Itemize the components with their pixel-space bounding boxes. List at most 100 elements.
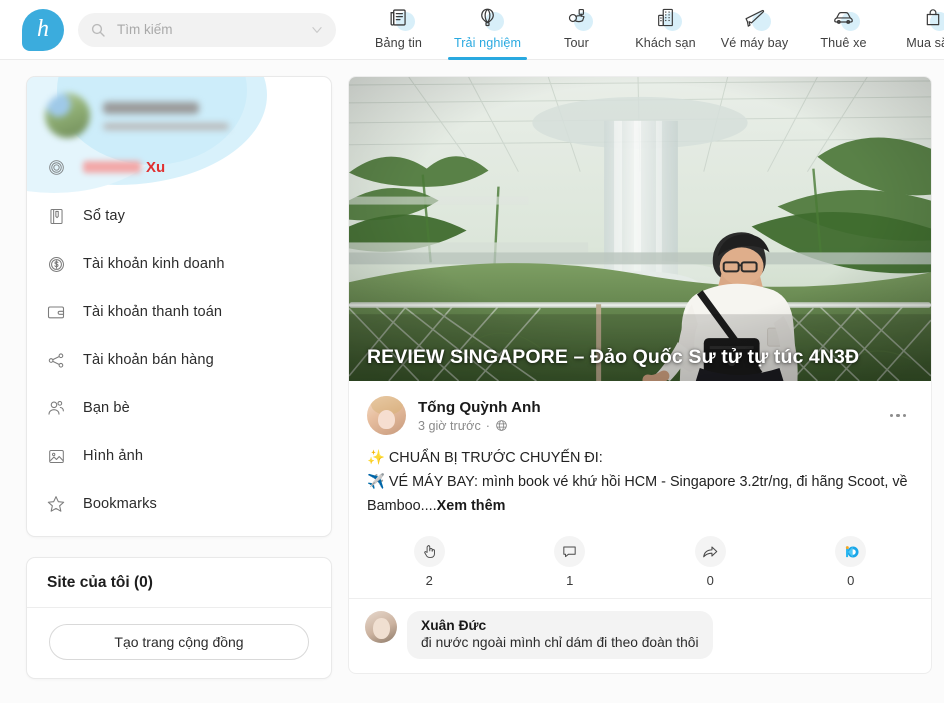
tab-ve-may-bay[interactable]: Vé máy bay	[710, 0, 799, 60]
post-title: REVIEW SINGAPORE – Đảo Quốc Sư tử tự túc…	[367, 346, 860, 368]
sidebar-item-label: Bookmarks	[83, 496, 157, 512]
tab-trai-nghiem[interactable]: Trải nghiệm	[443, 0, 532, 60]
comment-action[interactable]: 1	[500, 536, 641, 588]
share-action[interactable]: 0	[640, 536, 781, 588]
hotel-icon	[649, 4, 683, 32]
coin-dollar-icon	[45, 253, 67, 275]
search-input[interactable]	[115, 21, 310, 38]
feed-column: REVIEW SINGAPORE – Đảo Quốc Sư tử tự túc…	[348, 76, 932, 675]
author-sub: 3 giờ trước ·	[418, 419, 883, 433]
author-meta: Tống Quỳnh Anh 3 giờ trước ·	[418, 399, 883, 433]
share-arrow-icon	[694, 536, 726, 568]
my-site-title: Site của tôi (0)	[27, 558, 331, 608]
like-count: 2	[425, 573, 433, 589]
sidebar-item-tai-khoan-kinh-doanh[interactable]: Tài khoản kinh doanh	[27, 240, 331, 288]
app-root: h Bả	[0, 0, 944, 703]
nav-tabs: Bảng tin Trải nghiệm Tour Khách sạn Vé m…	[354, 0, 944, 60]
profile-subtitle-redacted	[103, 122, 229, 130]
post-hero-image[interactable]: REVIEW SINGAPORE – Đảo Quốc Sư tử tự túc…	[349, 77, 931, 382]
create-community-page-button[interactable]: Tạo trang cộng đồng	[49, 624, 309, 660]
post-body-line-1: ✨ CHUẨN BỊ TRƯỚC CHUYẾN ĐI:	[367, 450, 603, 466]
author-avatar[interactable]	[367, 396, 406, 435]
hero-illustration	[349, 77, 931, 381]
logo-letter: h	[37, 15, 49, 42]
tab-label: Vé máy bay	[720, 35, 789, 50]
post-body: ✨ CHUẨN BỊ TRƯỚC CHUYẾN ĐI: ✈️ VÉ MÁY BA…	[349, 439, 931, 524]
commenter-avatar[interactable]	[365, 611, 397, 644]
sidebar-item-ban-be[interactable]: Bạn bè	[27, 384, 331, 432]
share-network-icon	[45, 349, 67, 371]
sidebar-item-hinh-anh[interactable]: Hình ảnh	[27, 432, 331, 480]
profile-text	[103, 101, 315, 130]
sidebar-menu: Sổ tay Tài khoản kinh doanh Tài khoản th…	[27, 192, 331, 528]
sidebar-item-label: Tài khoản thanh toán	[83, 304, 223, 320]
coin-reward-icon	[835, 536, 867, 568]
my-site-card: Site của tôi (0) Tạo trang cộng đồng	[26, 557, 332, 679]
tab-label: Khách sạn	[635, 35, 696, 50]
like-action[interactable]: 2	[359, 536, 500, 588]
top-navigation-bar: h Bả	[0, 0, 944, 60]
notebook-icon	[45, 205, 67, 227]
author-name[interactable]: Tống Quỳnh Anh	[418, 399, 883, 416]
tab-label: Trải nghiệm	[453, 35, 522, 50]
sidebar: Xu Sổ tay Tài khoản kinh doanh Tài khoản…	[26, 76, 332, 679]
comments-section: Xuân Đức đi nước ngoài mình chỉ dám đi t…	[349, 599, 931, 673]
tab-label: Tour	[564, 35, 589, 50]
tab-label: Mua sắm	[906, 35, 944, 50]
search-icon	[91, 23, 105, 37]
tab-mua-sam[interactable]: Mua sắm	[888, 0, 944, 60]
sidebar-item-label: Tài khoản kinh doanh	[83, 256, 225, 272]
comment-icon	[554, 536, 586, 568]
post-more-options-button[interactable]	[883, 404, 913, 428]
profile-name-redacted	[103, 101, 199, 114]
app-logo[interactable]: h	[22, 8, 64, 51]
tab-bang-tin[interactable]: Bảng tin	[354, 0, 443, 60]
post-author-row: Tống Quỳnh Anh 3 giờ trước ·	[349, 382, 931, 439]
balloon-icon	[471, 4, 505, 32]
coin-balance-row[interactable]: Xu	[27, 148, 331, 192]
sidebar-item-bookmarks[interactable]: Bookmarks	[27, 480, 331, 528]
post-time: 3 giờ trước	[418, 418, 481, 433]
tab-label: Thuê xe	[820, 35, 867, 50]
coin-icon	[45, 156, 67, 178]
reward-count: 0	[847, 573, 855, 589]
hand-like-icon	[413, 536, 445, 568]
tab-khach-san[interactable]: Khách sạn	[621, 0, 710, 60]
search-box[interactable]	[78, 12, 336, 47]
comment-bubble: Xuân Đức đi nước ngoài mình chỉ dám đi t…	[407, 611, 713, 660]
my-site-body: Tạo trang cộng đồng	[27, 608, 331, 678]
sidebar-item-tai-khoan-thanh-toan[interactable]: Tài khoản thanh toán	[27, 288, 331, 336]
globe-icon	[496, 420, 507, 431]
chevron-down-icon[interactable]	[310, 23, 324, 37]
image-icon	[45, 445, 67, 467]
friends-icon	[45, 397, 67, 419]
profile-row[interactable]	[27, 77, 331, 148]
commenter-name[interactable]: Xuân Đức	[421, 618, 699, 633]
post-card: REVIEW SINGAPORE – Đảo Quốc Sư tử tự túc…	[348, 76, 932, 675]
star-icon	[45, 493, 67, 515]
comment-item: Xuân Đức đi nước ngoài mình chỉ dám đi t…	[365, 611, 915, 660]
airplane-icon	[738, 4, 772, 32]
coin-amount-redacted	[83, 161, 141, 173]
tab-tour[interactable]: Tour	[532, 0, 621, 60]
tab-label: Bảng tin	[374, 35, 422, 50]
profile-card: Xu Sổ tay Tài khoản kinh doanh Tài khoản…	[26, 76, 332, 537]
sidebar-item-label: Bạn bè	[83, 400, 130, 416]
post-body-line-2: ✈️ VÉ MÁY BAY: mình book vé khứ hồi HCM …	[367, 471, 913, 519]
separator: ·	[485, 418, 490, 433]
see-more-link[interactable]: Xem thêm	[437, 498, 506, 514]
sidebar-item-so-tay[interactable]: Sổ tay	[27, 192, 331, 240]
comment-text: đi nước ngoài mình chỉ dám đi theo đoàn …	[421, 635, 699, 651]
sidebar-item-label: Hình ảnh	[83, 448, 144, 464]
wallet-icon	[45, 301, 67, 323]
tab-thue-xe[interactable]: Thuê xe	[799, 0, 888, 60]
share-count: 0	[706, 573, 714, 589]
avatar[interactable]	[45, 93, 90, 138]
coin-label: Xu	[146, 158, 166, 176]
sidebar-item-label: Sổ tay	[83, 208, 125, 224]
reward-action[interactable]: 0	[781, 536, 922, 588]
shopping-icon	[916, 4, 944, 32]
post-actions-bar: 2 1 0 0	[349, 524, 931, 600]
comment-count: 1	[566, 573, 574, 589]
sidebar-item-tai-khoan-ban-hang[interactable]: Tài khoản bán hàng	[27, 336, 331, 384]
